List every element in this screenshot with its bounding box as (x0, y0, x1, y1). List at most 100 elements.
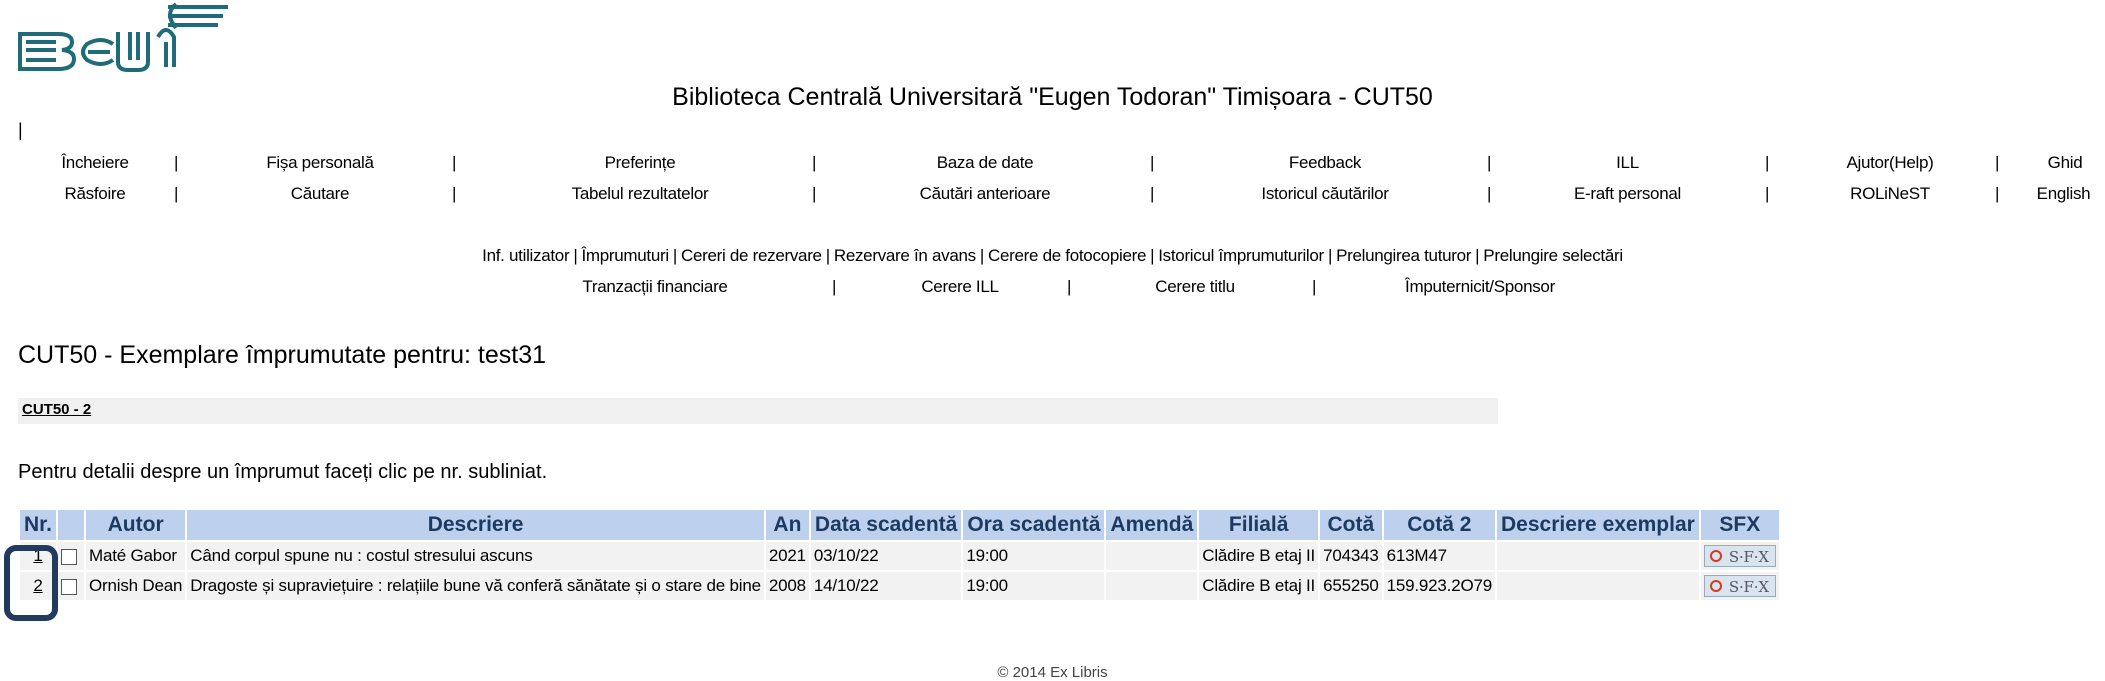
subnav-separator: | (1312, 277, 1317, 296)
sfx-logo-icon (1709, 550, 1722, 562)
subnav-separator: | (1067, 277, 1072, 296)
nav-separator: | (812, 184, 817, 203)
nav-previous-searches[interactable]: Căutări anterioare (830, 182, 1140, 206)
separator: | (18, 120, 23, 140)
item-description-cell (1497, 542, 1699, 570)
subnav-separator: | (1327, 246, 1333, 265)
author-cell: Ornish Dean (86, 572, 186, 600)
row-select-checkbox[interactable] (61, 578, 78, 595)
nav-database[interactable]: Baza de date (830, 151, 1140, 175)
nav-help[interactable]: Ajutor(Help) (1780, 151, 2000, 175)
description-cell: Când corpul spune nu : costul stresului … (187, 542, 764, 570)
sfx-label: S·F·X (1728, 578, 1769, 596)
col-due-hour: Ora scadentă (963, 510, 1105, 540)
year-cell: 2021 (765, 542, 809, 570)
nav-e-shelf[interactable]: E-raft personal (1505, 182, 1750, 206)
subnav-advance-booking[interactable]: Rezervare în avans (834, 246, 976, 265)
nav-logout[interactable]: Încheiere (20, 151, 170, 175)
row-select-checkbox[interactable] (61, 548, 78, 565)
col-fine: Amendă (1106, 510, 1198, 540)
subnav-renew-selected[interactable]: Prelungire selectări (1483, 246, 1623, 265)
year-cell: 2008 (765, 572, 809, 600)
author-cell: Maté Gabor (86, 542, 186, 570)
col-call-number-2: Cotă 2 (1383, 510, 1495, 540)
instruction-text: Pentru detalii despre un împrumut faceți… (18, 461, 548, 483)
nav-search-history[interactable]: Istoricul căutărilor (1165, 182, 1485, 206)
col-year: An (765, 510, 809, 540)
due-date-cell: 03/10/22 (810, 542, 962, 570)
nav-separator: | (452, 184, 457, 203)
table-header-row: Nr. Autor Descriere An Data scadentă Ora… (20, 510, 1779, 540)
subnav-hold-requests[interactable]: Cereri de rezervare (681, 246, 822, 265)
sfx-button[interactable]: S·F·X (1703, 545, 1776, 567)
nav-separator: | (1150, 184, 1155, 203)
sfx-label: S·F·X (1728, 548, 1769, 566)
fine-cell (1106, 542, 1198, 570)
col-nr: Nr. (20, 510, 57, 540)
nav-search[interactable]: Căutare (190, 182, 450, 206)
table-row: 1 Maté Gabor Când corpul spune nu : cost… (20, 542, 1779, 570)
col-sfx: SFX (1700, 510, 1779, 540)
nav-english[interactable]: English (2022, 182, 2105, 206)
subnav-patron-info[interactable]: Inf. utilizator (482, 246, 569, 265)
section-bar: CUT50 - 2 (18, 398, 1498, 424)
subnav-loans[interactable]: Împrumuturi (581, 246, 669, 265)
highlight-box (4, 545, 58, 621)
main-nav-row-1: Încheiere | Fișa personală | Preferințe … (0, 151, 2105, 175)
sublibrary-cell: Clădire B etaj II (1199, 572, 1319, 600)
nav-preferences[interactable]: Preferințe (470, 151, 810, 175)
subnav-separator: | (979, 246, 984, 265)
item-description-cell (1497, 572, 1699, 600)
subnav-separator: | (1475, 246, 1480, 265)
nav-browse[interactable]: Răsfoire (20, 182, 170, 206)
nav-separator: | (1765, 184, 1770, 203)
col-due-date: Data scadentă (810, 510, 962, 540)
subnav-financial-transactions[interactable]: Tranzacții financiare (500, 275, 810, 299)
call-number-2-cell: 159.923.2O79 (1383, 572, 1495, 600)
nav-rolinest[interactable]: ROLiNeST (1780, 182, 2000, 206)
subnav-renew-all[interactable]: Prelungirea tuturor (1336, 246, 1471, 265)
col-description: Descriere (187, 510, 764, 540)
nav-results-list[interactable]: Tabelul rezultatelor (470, 182, 810, 206)
fine-cell (1106, 572, 1198, 600)
col-call-number: Cotă (1320, 510, 1382, 540)
sfx-button[interactable]: S·F·X (1703, 575, 1776, 597)
nav-separator: | (812, 153, 817, 172)
nav-guide[interactable]: Ghid (2025, 151, 2105, 175)
nav-personal-record[interactable]: Fișa personală (190, 151, 450, 175)
nav-separator: | (1995, 153, 2000, 172)
description-cell: Dragoste și supraviețuire : relațiile bu… (187, 572, 764, 600)
library-logo (18, 2, 228, 72)
nav-separator: | (174, 184, 179, 203)
nav-feedback[interactable]: Feedback (1165, 151, 1485, 175)
patron-nav-row-2: Tranzacții financiare | Cerere ILL | Cer… (0, 275, 2105, 299)
subnav-separator: | (832, 277, 837, 296)
nav-separator: | (174, 153, 179, 172)
table-row: 2 Ornish Dean Dragoste și supraviețuire … (20, 572, 1779, 600)
sublibrary-link[interactable]: CUT50 - 2 (22, 401, 91, 418)
subnav-loan-history[interactable]: Istoricul împrumuturilor (1158, 246, 1324, 265)
subnav-ill-request[interactable]: Cerere ILL (850, 275, 1070, 299)
due-date-cell: 14/10/22 (810, 572, 962, 600)
main-nav-row-2: Răsfoire | Căutare | Tabelul rezultatelo… (0, 182, 2105, 206)
sublibrary-cell: Clădire B etaj II (1199, 542, 1319, 570)
nav-separator: | (1487, 153, 1492, 172)
subnav-proxy-sponsor[interactable]: Împuternicit/Sponsor (1330, 275, 1630, 299)
subnav-separator: | (1150, 246, 1155, 265)
subnav-separator: | (672, 246, 677, 265)
nav-separator: | (1765, 153, 1770, 172)
call-number-2-cell: 613M47 (1383, 542, 1495, 570)
col-author: Autor (86, 510, 186, 540)
page-title: CUT50 - Exemplare împrumutate pentru: te… (18, 341, 547, 369)
col-sublibrary: Filială (1199, 510, 1319, 540)
subnav-photocopy-request[interactable]: Cerere de fotocopiere (988, 246, 1146, 265)
subnav-separator: | (825, 246, 830, 265)
subnav-title-request[interactable]: Cerere titlu (1080, 275, 1310, 299)
nav-ill[interactable]: ILL (1505, 151, 1750, 175)
due-hour-cell: 19:00 (963, 572, 1105, 600)
sfx-logo-icon (1709, 580, 1722, 592)
nav-separator: | (1150, 153, 1155, 172)
loans-table: Nr. Autor Descriere An Data scadentă Ora… (18, 508, 1781, 602)
col-select (58, 510, 85, 540)
nav-separator: | (1995, 184, 2000, 203)
